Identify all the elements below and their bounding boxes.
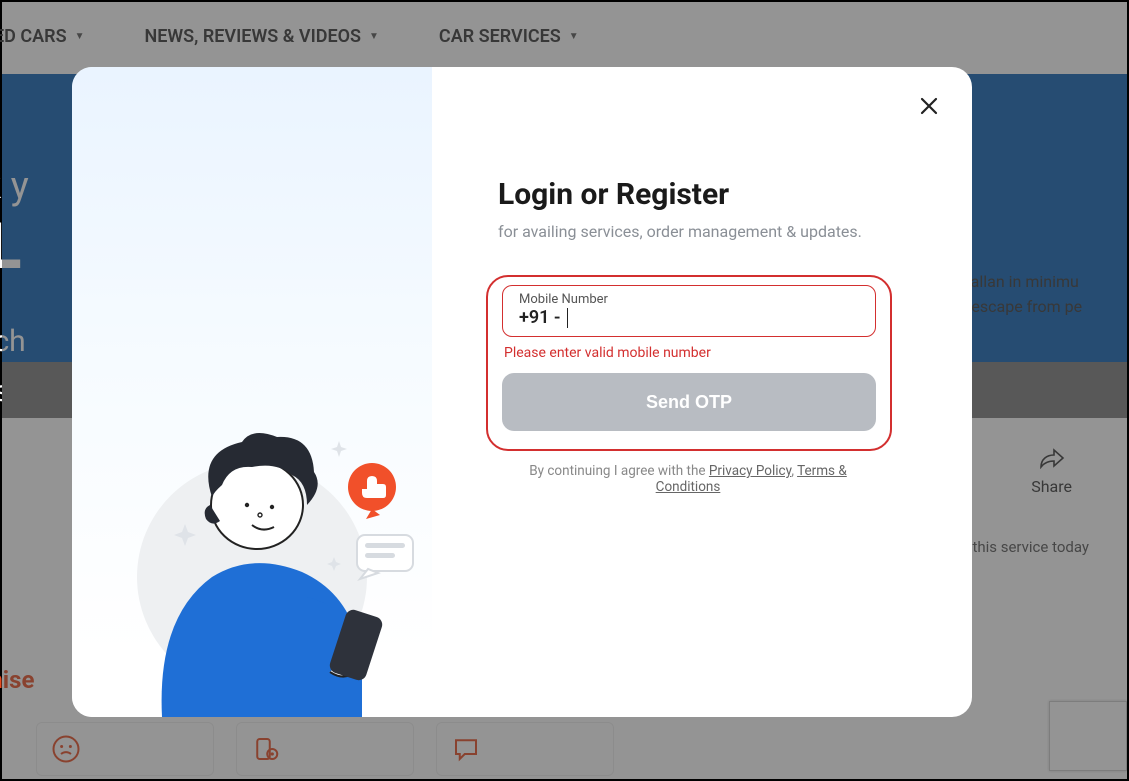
terms-text: By continuing I agree with the Privacy P… [498, 463, 878, 495]
login-modal: Login or Register for availing services,… [72, 67, 972, 717]
modal-subtitle: for availing services, order management … [498, 222, 926, 241]
close-icon [920, 97, 938, 115]
form-error-highlight: Mobile Number +91 - Please enter valid m… [486, 275, 892, 451]
country-code-prefix: +91 - [519, 307, 561, 328]
mobile-number-input[interactable] [574, 307, 774, 328]
send-otp-button[interactable]: Send OTP [502, 373, 876, 431]
modal-form-panel: Login or Register for availing services,… [432, 67, 972, 717]
validation-error-text: Please enter valid mobile number [504, 345, 874, 361]
privacy-policy-link[interactable]: Privacy Policy [709, 463, 791, 479]
mobile-number-field[interactable]: Mobile Number +91 - [502, 285, 876, 337]
text-cursor [567, 308, 568, 328]
person-phone-illustration [102, 387, 422, 717]
modal-illustration-panel [72, 67, 432, 717]
close-button[interactable] [920, 97, 938, 120]
modal-title: Login or Register [498, 177, 926, 212]
input-label: Mobile Number [519, 292, 859, 307]
terms-prefix: By continuing I agree with the [529, 463, 709, 479]
